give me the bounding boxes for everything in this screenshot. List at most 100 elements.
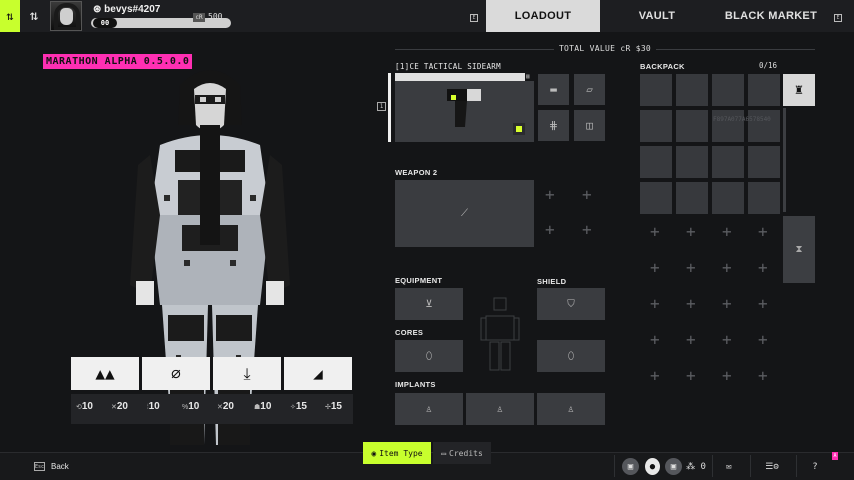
stat-item: ⟲10 xyxy=(76,401,93,412)
stat-item: %10 xyxy=(182,401,200,412)
stat-item: ☗10 xyxy=(254,401,272,412)
settings-icon[interactable]: ☰⚙ xyxy=(763,458,781,475)
swap-arrows-icon[interactable]: ⇅ xyxy=(20,0,48,32)
backpack-slot[interactable] xyxy=(640,110,672,142)
help-button[interactable]: ? xyxy=(808,458,822,475)
chip-mod-icon[interactable]: ⋕ xyxy=(538,110,569,141)
backpack-slot[interactable] xyxy=(676,74,708,106)
empty-backpack-slot: + xyxy=(650,366,660,385)
backpack-slot[interactable] xyxy=(640,182,672,214)
backpack-slot[interactable] xyxy=(676,182,708,214)
backpack-slot[interactable] xyxy=(712,146,744,178)
character-swap-button[interactable]: ⇅ xyxy=(0,0,20,32)
avatar[interactable] xyxy=(50,1,82,31)
squad-count[interactable]: ⁂ 0 xyxy=(686,458,706,475)
level-badge: 00 xyxy=(93,18,117,28)
backpack-slot[interactable] xyxy=(712,110,744,142)
user-name: ⊛ bevys#4207 xyxy=(93,4,161,15)
weapon-2-slot[interactable]: ⟋ xyxy=(395,180,534,247)
core-slot-2[interactable]: ⬯ xyxy=(537,340,605,372)
chat-icon[interactable]: ● xyxy=(645,458,660,475)
weapon-1-label: [1]CE TACTICAL SIDEARM xyxy=(395,62,501,71)
equipment-slot[interactable]: ⊻ xyxy=(395,288,463,320)
magazine-mod-icon[interactable]: ▱ xyxy=(574,74,605,105)
backpack-slot[interactable] xyxy=(748,110,780,142)
weapon-2-label: WEAPON 2 xyxy=(395,168,438,177)
backpack-grid[interactable]: + + + + + + + + + + + + + + + + + + + + xyxy=(640,74,780,414)
backpack-slot[interactable] xyxy=(712,74,744,106)
null-ability-icon[interactable]: ⌀ xyxy=(142,357,210,390)
empty-backpack-slot: + xyxy=(650,330,660,349)
shield-icon: ⛉ xyxy=(567,298,575,310)
backpack-filter-button[interactable]: ⧗ xyxy=(783,216,815,283)
empty-backpack-slot: + xyxy=(722,330,732,349)
backpack-slot[interactable] xyxy=(640,74,672,106)
next-tab-key-hint: E xyxy=(834,14,842,22)
mail-icon[interactable]: ✉ xyxy=(722,458,736,475)
item-type-toggle[interactable]: ◉ Item Type xyxy=(363,442,431,464)
backpack-slot[interactable] xyxy=(748,146,780,178)
lock-icon[interactable]: ▣ xyxy=(665,458,682,475)
equipment-icon: ⊻ xyxy=(425,298,433,310)
esc-key-hint: Esc xyxy=(34,462,45,471)
empty-backpack-slot: + xyxy=(722,222,732,241)
divider xyxy=(750,455,751,477)
empty-backpack-slot: + xyxy=(650,294,660,313)
tab-black-market[interactable]: BLACK MARKET xyxy=(714,0,828,32)
currency-icon: cR xyxy=(193,13,205,22)
barrel-mod-icon[interactable]: ▬ xyxy=(538,74,569,105)
stat-item: ⦙10 xyxy=(147,401,160,412)
backpack-capacity: 0/16 xyxy=(759,61,778,70)
equipment-label: EQUIPMENT xyxy=(395,276,443,285)
shield-label: SHIELD xyxy=(537,277,567,286)
implant-slot-3[interactable]: ♙ xyxy=(537,393,605,425)
backpack-icon: ⧗ xyxy=(795,244,803,255)
backpack-slot[interactable] xyxy=(676,146,708,178)
back-button[interactable]: Back xyxy=(51,462,69,471)
empty-backpack-slot: + xyxy=(758,294,768,313)
empty-mod-slot: + xyxy=(545,185,555,204)
backpack-slot[interactable] xyxy=(712,182,744,214)
runner-filter-button[interactable]: ♜ xyxy=(783,74,815,106)
empty-backpack-slot: + xyxy=(686,330,696,349)
empty-mod-slot: + xyxy=(582,220,592,239)
empty-backpack-slot: + xyxy=(686,258,696,277)
prev-tab-key-hint: E xyxy=(470,14,478,22)
empty-backpack-slot: + xyxy=(758,366,768,385)
stat-item: ✧15 xyxy=(290,401,307,412)
terrain-ability-icon[interactable]: ▲▲ xyxy=(71,357,139,390)
lock-icon[interactable]: ▣ xyxy=(622,458,639,475)
weapon-1-slot[interactable] xyxy=(395,81,534,142)
account-icon: ⊛ xyxy=(93,4,105,15)
backpack-slot[interactable] xyxy=(748,74,780,106)
empty-backpack-slot: + xyxy=(686,222,696,241)
notification-badge[interactable]: A xyxy=(832,452,838,460)
empty-backpack-slot: + xyxy=(650,222,660,241)
stat-item: ✕20 xyxy=(217,401,234,412)
stat-item: ✢15 xyxy=(325,401,342,412)
backpack-slot[interactable] xyxy=(676,110,708,142)
grid-icon: ▦ xyxy=(526,73,530,80)
tab-vault[interactable]: VAULT xyxy=(600,0,714,32)
stat-item: ✕20 xyxy=(111,401,128,412)
core-icon: ⬯ xyxy=(567,350,575,362)
empty-backpack-slot: + xyxy=(758,258,768,277)
stairs-ability-icon[interactable]: ◢ xyxy=(284,357,352,390)
shield-slot[interactable]: ⛉ xyxy=(537,288,605,320)
scrollbar[interactable] xyxy=(783,108,786,212)
implant-slot-1[interactable]: ♙ xyxy=(395,393,463,425)
drop-ability-icon[interactable]: ⤓ xyxy=(213,357,281,390)
selected-indicator xyxy=(388,73,391,142)
core-slot-1[interactable]: ⬯ xyxy=(395,340,463,372)
implant-icon: ♙ xyxy=(496,403,504,415)
tab-loadout[interactable]: LOADOUT xyxy=(486,0,600,32)
empty-backpack-slot: + xyxy=(758,222,768,241)
backpack-slot[interactable] xyxy=(640,146,672,178)
backpack-slot[interactable] xyxy=(748,182,780,214)
optic-mod-icon[interactable]: ◫ xyxy=(574,110,605,141)
implant-icon: ♙ xyxy=(567,403,575,415)
credits-toggle[interactable]: ▭ Credits xyxy=(433,442,491,464)
squad-icon: ⁂ xyxy=(686,461,696,472)
implant-slot-2[interactable]: ♙ xyxy=(466,393,534,425)
total-value: TOTAL VALUE cR $30 xyxy=(395,44,815,56)
